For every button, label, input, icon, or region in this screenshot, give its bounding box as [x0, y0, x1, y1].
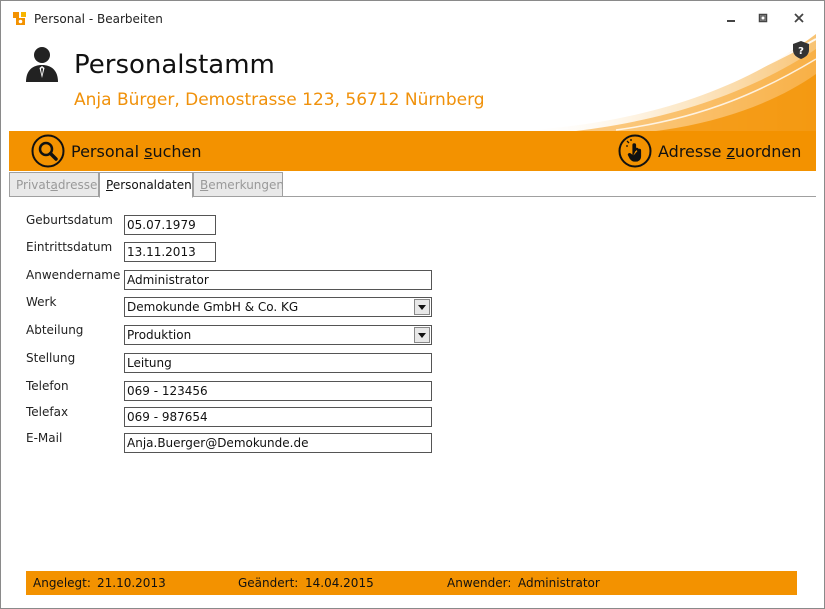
abteilung-select[interactable]: Produktion	[124, 325, 432, 345]
created-value: 21.10.2013	[97, 576, 166, 590]
telefax-label: Telefax	[26, 405, 69, 419]
header-decoration	[516, 34, 816, 131]
abteilung-label: Abteilung	[26, 323, 84, 337]
tab-personaldaten[interactable]: Personaldaten	[99, 172, 193, 198]
form-row-stellung: Stellung Leitung	[1, 351, 824, 373]
app-window: Personal - Bearbeiten Personalstamm Anja…	[0, 0, 825, 609]
anwendername-label: Anwendername	[26, 268, 121, 282]
tab-privatadresse[interactable]: Privatadresse	[9, 172, 99, 197]
modified-label: Geändert:	[238, 576, 299, 590]
assign-address-button[interactable]: Adresse zuordnen	[618, 134, 801, 168]
abteilung-dropdown-arrow[interactable]	[414, 327, 430, 343]
eintrittsdatum-label: Eintrittsdatum	[26, 240, 113, 254]
assign-address-label: Adresse zuordnen	[658, 141, 802, 161]
form-row-geburtsdatum: Geburtsdatum 05.07.1979	[1, 213, 824, 235]
telefon-label: Telefon	[26, 379, 69, 393]
modified-value: 14.04.2015	[305, 576, 374, 590]
search-icon	[31, 134, 65, 168]
chevron-down-icon	[418, 304, 426, 310]
created-label: Angelegt:	[33, 576, 91, 590]
restore-icon	[758, 13, 768, 23]
user-value: Administrator	[518, 576, 600, 590]
maximize-button[interactable]	[751, 9, 775, 27]
form-row-eintrittsdatum: Eintrittsdatum 13.11.2013	[1, 240, 824, 262]
page-header: Personalstamm Anja Bürger, Demostrasse 1…	[9, 34, 816, 131]
minimize-button[interactable]	[719, 9, 743, 27]
toolbar: Personal suchen Adresse zuordnen	[9, 131, 816, 171]
email-field[interactable]: Anja.Buerger@Demokunde.de	[124, 433, 432, 453]
stellung-field[interactable]: Leitung	[124, 353, 432, 373]
form-row-werk: Werk Demokunde GmbH & Co. KG	[1, 295, 824, 317]
page-subtitle: Anja Bürger, Demostrasse 123, 56712 Nürn…	[74, 90, 485, 110]
form-row-anwendername: Anwendername Administrator	[1, 268, 824, 290]
svg-text:?: ?	[798, 46, 804, 57]
search-personnel-label: Personal suchen	[71, 141, 202, 161]
help-icon[interactable]: ?	[793, 41, 809, 59]
form-row-email: E-Mail Anja.Buerger@Demokunde.de	[1, 431, 824, 453]
telefon-field[interactable]: 069 - 123456	[124, 381, 432, 401]
eintrittsdatum-field[interactable]: 13.11.2013	[124, 242, 216, 262]
stellung-label: Stellung	[26, 351, 76, 365]
tab-bemerkungen[interactable]: Bemerkungen	[193, 172, 284, 197]
chevron-down-icon	[418, 332, 426, 338]
person-icon	[26, 47, 58, 82]
geburtsdatum-field[interactable]: 05.07.1979	[124, 215, 216, 235]
geburtsdatum-label: Geburtsdatum	[26, 213, 113, 227]
status-bar: Angelegt: 21.10.2013 Geändert: 14.04.201…	[26, 571, 797, 595]
minimize-icon	[727, 20, 735, 22]
telefax-field[interactable]: 069 - 987654	[124, 407, 432, 427]
form-row-telefon: Telefon 069 - 123456	[1, 379, 824, 401]
anwendername-field[interactable]: Administrator	[124, 270, 432, 290]
email-label: E-Mail	[26, 431, 63, 445]
werk-dropdown-arrow[interactable]	[414, 299, 430, 315]
werk-value: Demokunde GmbH & Co. KG	[127, 300, 299, 314]
user-label: Anwender:	[447, 576, 512, 590]
search-personnel-button[interactable]: Personal suchen	[31, 134, 202, 168]
werk-label: Werk	[26, 295, 57, 309]
app-icon	[13, 12, 26, 25]
page-title: Personalstamm	[74, 50, 275, 80]
werk-select[interactable]: Demokunde GmbH & Co. KG	[124, 297, 432, 317]
window-title: Personal - Bearbeiten	[34, 12, 163, 26]
abteilung-value: Produktion	[127, 328, 192, 342]
close-button[interactable]	[787, 9, 811, 27]
title-bar: Personal - Bearbeiten	[1, 1, 824, 34]
form-row-telefax: Telefax 069 - 987654	[1, 405, 824, 427]
touch-icon	[618, 134, 652, 168]
form-row-abteilung: Abteilung Produktion	[1, 323, 824, 345]
close-icon	[794, 13, 804, 23]
tab-bar: Privatadresse Personaldaten Bemerkungen	[9, 171, 816, 198]
